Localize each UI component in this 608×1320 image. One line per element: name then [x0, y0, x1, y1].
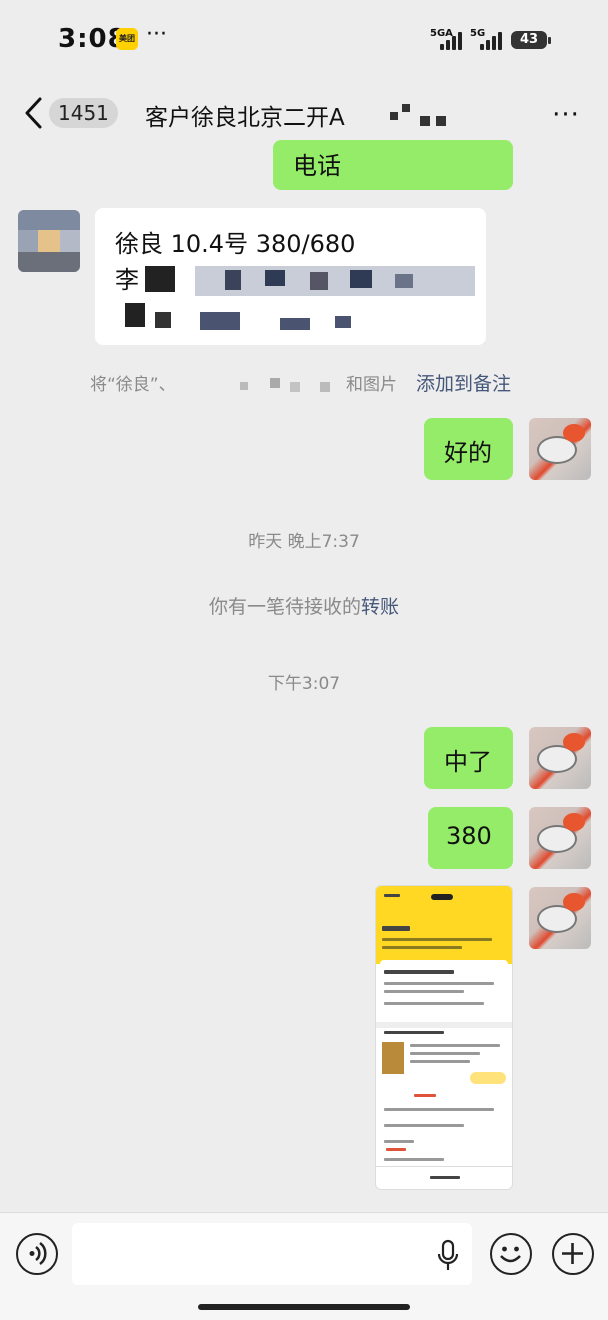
message-bubble-phone[interactable]: 电话	[273, 140, 513, 190]
message-bubble-won[interactable]: 中了	[424, 727, 513, 789]
back-arrow-icon[interactable]	[22, 96, 46, 130]
image-message-ticket-screenshot[interactable]	[375, 885, 513, 1190]
transfer-note-text: 你有一笔待接收的	[208, 596, 361, 618]
message-bubble-amount[interactable]: 380	[428, 807, 513, 869]
more-options-icon[interactable]: ···	[546, 100, 586, 130]
message-bubble-contact-info[interactable]: 徐良 10.4号 380/680 李	[95, 208, 486, 345]
my-avatar[interactable]	[529, 418, 591, 480]
contact-avatar[interactable]	[18, 210, 80, 272]
message-bubble-ok[interactable]: 好的	[424, 418, 513, 480]
message-text: 电话	[293, 152, 341, 180]
voice-input-icon[interactable]	[16, 1233, 58, 1275]
timestamp-yesterday: 昨天 晚上7:37	[248, 532, 360, 552]
system-note-suffix: 和图片	[346, 375, 397, 395]
unread-count-badge[interactable]: 1451	[49, 98, 118, 128]
message-text: 380	[446, 822, 492, 850]
add-to-remark-link[interactable]: 添加到备注	[416, 369, 511, 396]
transfer-link[interactable]: 转账	[361, 596, 399, 618]
status-more-dots: ···	[146, 22, 167, 47]
pending-transfer-note: 你有一笔待接收的转账	[0, 592, 608, 619]
chat-title: 客户徐良北京二开A	[145, 105, 345, 131]
system-note-redaction	[240, 378, 330, 392]
my-avatar[interactable]	[529, 727, 591, 789]
microphone-icon[interactable]	[436, 1239, 460, 1273]
system-note-prefix: 将“徐良”、	[90, 375, 176, 395]
message-text: 中了	[444, 748, 492, 776]
timestamp-afternoon: 下午3:07	[267, 674, 341, 694]
emoji-icon[interactable]	[490, 1233, 532, 1275]
my-avatar[interactable]	[529, 887, 591, 949]
message-text-line1: 徐良 10.4号 380/680	[115, 230, 356, 258]
my-avatar[interactable]	[529, 807, 591, 869]
message-text: 好的	[444, 439, 492, 467]
chat-header: 1451 客户徐良北京二开A ···	[0, 80, 608, 146]
message-text-line2: 李	[115, 266, 139, 294]
home-indicator[interactable]	[198, 1304, 410, 1310]
more-functions-plus-icon[interactable]	[552, 1233, 594, 1275]
message-input[interactable]	[72, 1223, 472, 1285]
battery-indicator: 43	[511, 31, 551, 49]
signal-strength-icon	[440, 32, 468, 50]
meituan-app-icon: 美团	[116, 28, 138, 50]
signal-strength-icon-2	[480, 32, 508, 50]
status-bar: 3:08 美团 ··· 5GA 5G 43	[0, 0, 608, 80]
title-redaction	[370, 100, 450, 128]
